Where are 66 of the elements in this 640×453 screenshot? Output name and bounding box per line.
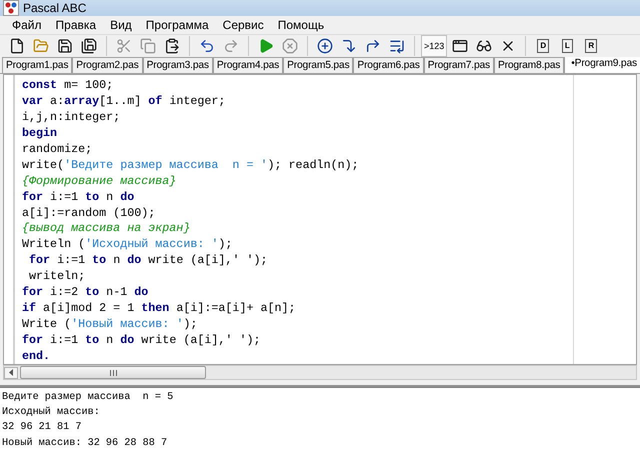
menu-item[interactable]: Файл <box>6 16 48 34</box>
app-logo-icon <box>3 0 19 16</box>
file-tab[interactable]: Program5.pas <box>283 57 354 74</box>
step-into-icon <box>341 38 357 54</box>
code-line: var a:array[1..m] of integer; <box>22 94 226 110</box>
output-line: Исходный массив: <box>2 406 101 420</box>
menu-item[interactable]: Помощь <box>272 16 330 34</box>
glasses-icon <box>476 38 492 54</box>
code-line: for i:=1 to n do write (a[i],' '); <box>28 253 269 270</box>
output-line: Новый массив: 32 96 28 88 7 <box>2 436 168 451</box>
toolbar-button[interactable]: R <box>580 35 602 57</box>
plus-circle-icon <box>317 38 333 54</box>
file-tab[interactable]: Program8.pas <box>494 57 564 74</box>
code-line: if a[i]mod 2 = 1 then a[i]:=a[i]+ a[n]; <box>22 300 297 317</box>
stop-icon <box>282 38 298 54</box>
file-tab[interactable]: Program6.pas <box>353 57 424 74</box>
list-arrow-icon <box>389 38 405 54</box>
toolbar-button[interactable]: L <box>556 35 578 57</box>
grip-icon <box>110 370 116 376</box>
paste-icon <box>164 38 180 54</box>
scissors-icon <box>116 38 132 54</box>
output-format-button[interactable]: >123 <box>421 35 448 57</box>
code-line: begin <box>22 126 58 142</box>
file-tab[interactable]: Program2.pas <box>72 57 143 74</box>
new-file-icon <box>9 38 25 54</box>
output-line: 32 96 21 81 7 <box>2 421 82 436</box>
code-line: {вывод массива на экран} <box>22 221 192 238</box>
file-tab[interactable]: •Program9.pas <box>564 57 640 74</box>
step-over-icon <box>365 38 381 54</box>
horizontal-scrollbar[interactable] <box>3 365 637 380</box>
code-line: const m= 100; <box>22 78 114 94</box>
scroll-left-button[interactable] <box>4 366 18 379</box>
menu-item[interactable]: Вид <box>104 16 138 34</box>
code-editor[interactable] <box>3 74 637 366</box>
menu-item[interactable]: Программа <box>140 16 215 34</box>
save-all-icon <box>81 38 97 54</box>
window-icon <box>452 38 468 54</box>
code-line: for i:=1 to n do <box>22 190 136 206</box>
code-line: Writeln ('Исходный массив: '); <box>22 237 234 254</box>
code-line: {Формирование массива} <box>22 174 178 190</box>
scrollbar-thumb[interactable] <box>20 366 206 380</box>
copy-icon <box>140 38 156 54</box>
menu-item[interactable]: Сервис <box>216 16 270 34</box>
left-arrow-icon <box>8 369 14 376</box>
menu-item[interactable]: Правка <box>50 16 102 34</box>
code-line: write('Ведите размер массива n = '); readln(n); <box>22 158 360 174</box>
window-title: Pascal ABC <box>23 1 86 15</box>
file-tab[interactable]: Program3.pas <box>142 57 213 74</box>
folder-icon <box>33 38 49 54</box>
code-line: a[i]:=random (100); <box>22 206 156 222</box>
file-tab[interactable]: Program4.pas <box>212 57 284 74</box>
code-line: i,j,n:integer; <box>22 110 122 126</box>
code-line: for i:=1 to n do write (a[i],' '); <box>22 332 262 349</box>
output-line: Ведите размер массива n = 5 <box>2 390 174 405</box>
code-line: for i:=2 to n-1 do <box>22 285 150 301</box>
code-line: Write ('Новый массив: '); <box>22 316 198 333</box>
save-icon <box>57 38 73 54</box>
code-line: end. <box>22 348 52 364</box>
undo-icon <box>199 38 215 54</box>
file-tab[interactable]: Program1.pas <box>2 57 72 74</box>
redo-icon <box>223 38 239 54</box>
toolbar-button[interactable]: D <box>532 35 554 57</box>
play-icon <box>258 38 274 54</box>
file-tab[interactable]: Program7.pas <box>424 57 494 74</box>
code-line: randomize; <box>22 142 94 158</box>
code-line: writeln; <box>28 269 86 286</box>
